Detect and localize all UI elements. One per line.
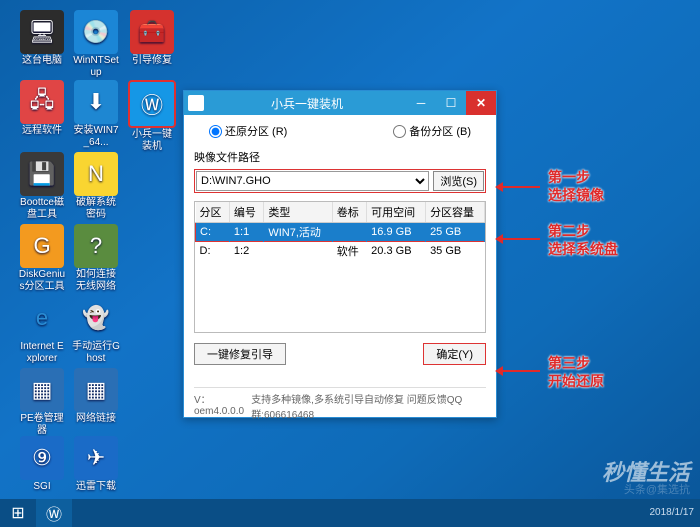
desktop-icon[interactable]: ?如何连接无线网络 [72,224,120,293]
image-path-select[interactable]: D:\WIN7.GHO [196,171,429,191]
arrow-step2 [498,238,540,240]
system-tray[interactable]: 2018/1/17 [650,507,700,519]
col-header[interactable]: 类型 [264,202,332,223]
desktop-icon[interactable]: 👻手动运行Ghost [72,296,120,365]
footer-info: 支持多种镜像,多系统引导自动修复 问题反馈QQ群:606616468 [251,391,486,421]
table-row[interactable]: D:1:2软件20.3 GB35 GB [196,242,485,261]
col-header[interactable]: 卷标 [332,202,366,223]
desktop-icon[interactable]: 💿WinNTSetup [72,10,120,79]
desktop-icon[interactable]: N破解系统密码 [72,152,120,221]
repair-boot-button[interactable]: 一键修复引导 [194,343,286,365]
installer-dialog: 小兵一键装机 ─ ☐ ✕ 还原分区 (R) 备份分区 (B) 映像文件路径 D:… [183,90,497,418]
partition-table[interactable]: 分区编号类型卷标可用空间分区容量 C:1:1WIN7,活动16.9 GB25 G… [194,201,486,333]
window-title: 小兵一键装机 [208,95,406,112]
step1-label: 第一步选择镜像 [548,168,604,204]
desktop-icon[interactable]: ⬇安装WIN7_64... [72,80,120,149]
desktop-icon[interactable]: ▦PE卷管理器 [18,368,66,437]
desktop-icon[interactable]: ⑨SGI [18,436,66,493]
col-header[interactable]: 分区 [196,202,230,223]
step2-label: 第二步选择系统盘 [548,222,618,258]
desktop-icon[interactable]: eInternet Explorer [18,296,66,365]
minimize-button[interactable]: ─ [406,91,436,115]
restore-radio[interactable]: 还原分区 (R) [209,123,287,139]
close-button[interactable]: ✕ [466,91,496,115]
maximize-button[interactable]: ☐ [436,91,466,115]
path-label: 映像文件路径 [194,149,486,165]
col-header[interactable]: 分区容量 [426,202,485,223]
browse-button[interactable]: 浏览(S) [433,171,484,191]
desktop-icon[interactable]: ▦网络链接 [72,368,120,425]
desktop-icon[interactable]: 🖧远程软件 [18,80,66,137]
watermark-sub: 头条@集选抗 [624,481,690,497]
version-label: V：oem4.0.0.0 [194,391,251,421]
titlebar[interactable]: 小兵一键装机 ─ ☐ ✕ [184,91,496,115]
backup-radio[interactable]: 备份分区 (B) [393,123,471,139]
col-header[interactable]: 可用空间 [367,202,426,223]
desktop-icon[interactable]: ✈迅雷下载 [72,436,120,493]
app-icon [188,95,204,111]
table-row[interactable]: C:1:1WIN7,活动16.9 GB25 GB [196,223,485,242]
desktop-icon[interactable]: 🧰引导修复 [128,10,176,67]
step3-label: 第三步开始还原 [548,354,604,390]
desktop-icon[interactable]: 💾Boottce磁盘工具 [18,152,66,221]
desktop-icon[interactable]: GDiskGenius分区工具 [18,224,66,293]
col-header[interactable]: 编号 [229,202,263,223]
arrow-step3 [498,370,540,372]
ok-button[interactable]: 确定(Y) [423,343,486,365]
taskbar-app[interactable]: Ⓦ [36,499,72,527]
start-button[interactable]: ⊞ [0,499,36,527]
arrow-step1 [498,186,540,188]
taskbar[interactable]: ⊞ Ⓦ 2018/1/17 [0,499,700,527]
desktop-icon[interactable]: 🖥这台电脑 [18,10,66,67]
desktop-icon[interactable]: Ⓦ小兵一键装机 [128,80,176,153]
